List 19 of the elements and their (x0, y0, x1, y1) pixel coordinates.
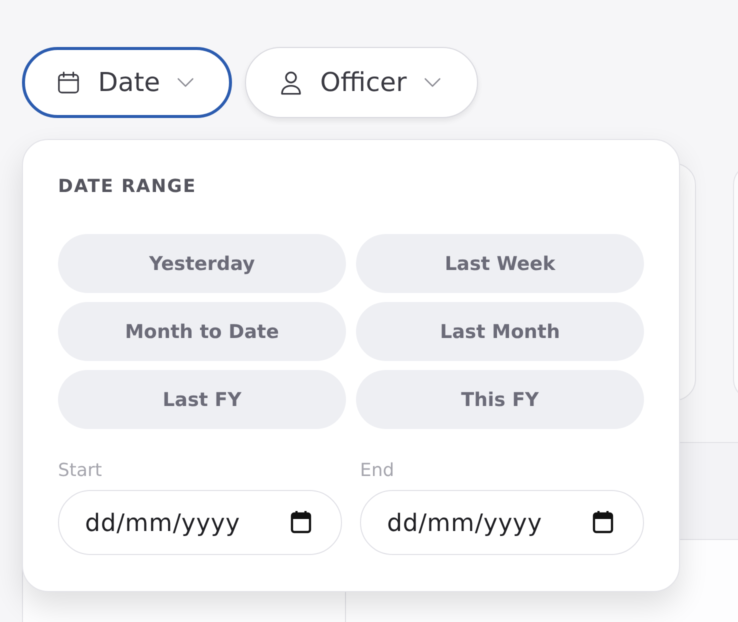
popover-title: DATE RANGE (58, 175, 196, 199)
calendar-icon[interactable] (592, 510, 614, 534)
preset-button[interactable]: Last Week (356, 234, 644, 293)
filter-button[interactable]: Officer (245, 47, 478, 118)
preset-button[interactable]: Last FY (58, 370, 346, 429)
chevron-down-icon (177, 78, 194, 87)
preset-button[interactable]: Yesterday (58, 234, 346, 293)
date-input-field[interactable]: dd/mm/yyyy (360, 490, 644, 555)
field-label: Start (58, 460, 102, 482)
filter-button[interactable]: Date (22, 47, 232, 118)
chevron-down-icon (424, 78, 441, 87)
calendar-icon[interactable] (290, 510, 312, 534)
field-label: End (360, 460, 394, 482)
date-input-field[interactable]: dd/mm/yyyy (58, 490, 342, 555)
preset-button[interactable]: Last Month (356, 302, 644, 361)
person-icon (280, 70, 302, 94)
calendar-icon (57, 71, 80, 94)
preset-button[interactable]: This FY (356, 370, 644, 429)
preset-button[interactable]: Month to Date (58, 302, 346, 361)
